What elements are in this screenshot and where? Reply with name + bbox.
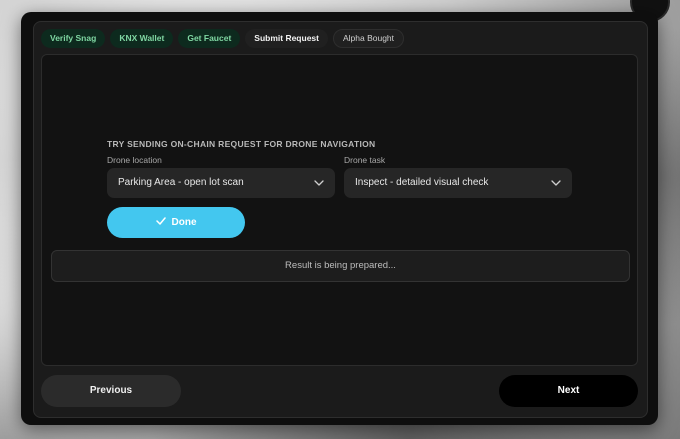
next-button[interactable]: Next [499, 375, 638, 407]
drone-location-select[interactable]: Parking Area - open lot scan [107, 168, 335, 198]
done-button[interactable]: Done [107, 207, 245, 238]
drone-task-value: Inspect - detailed visual check [355, 177, 489, 188]
done-button-label: Done [171, 217, 197, 228]
form-title: TRY SENDING ON-CHAIN REQUEST FOR DRONE N… [107, 139, 376, 149]
drone-task-select[interactable]: Inspect - detailed visual check [344, 168, 572, 198]
step-get-faucet[interactable]: Get Faucet [178, 29, 241, 48]
step-verify-snag[interactable]: Verify Snag [41, 29, 106, 48]
request-panel: TRY SENDING ON-CHAIN REQUEST FOR DRONE N… [41, 54, 638, 366]
drone-location-label: Drone location [107, 155, 162, 165]
step-submit-request[interactable]: Submit Request [245, 29, 328, 48]
step-tabs: Verify Snag KNX Wallet Get Faucet Submit… [41, 29, 405, 48]
previous-button[interactable]: Previous [41, 375, 181, 407]
wizard-modal: Verify Snag KNX Wallet Get Faucet Submit… [21, 12, 658, 425]
chevron-down-icon [313, 168, 325, 198]
step-knx-wallet[interactable]: KNX Wallet [110, 29, 174, 48]
wizard-container: Verify Snag KNX Wallet Get Faucet Submit… [33, 21, 648, 418]
check-icon [155, 217, 166, 228]
drone-location-value: Parking Area - open lot scan [118, 177, 244, 188]
result-status: Result is being prepared... [51, 250, 630, 282]
step-alpha-bought[interactable]: Alpha Bought [332, 29, 405, 48]
chevron-down-icon [550, 168, 562, 198]
drone-task-label: Drone task [344, 155, 386, 165]
